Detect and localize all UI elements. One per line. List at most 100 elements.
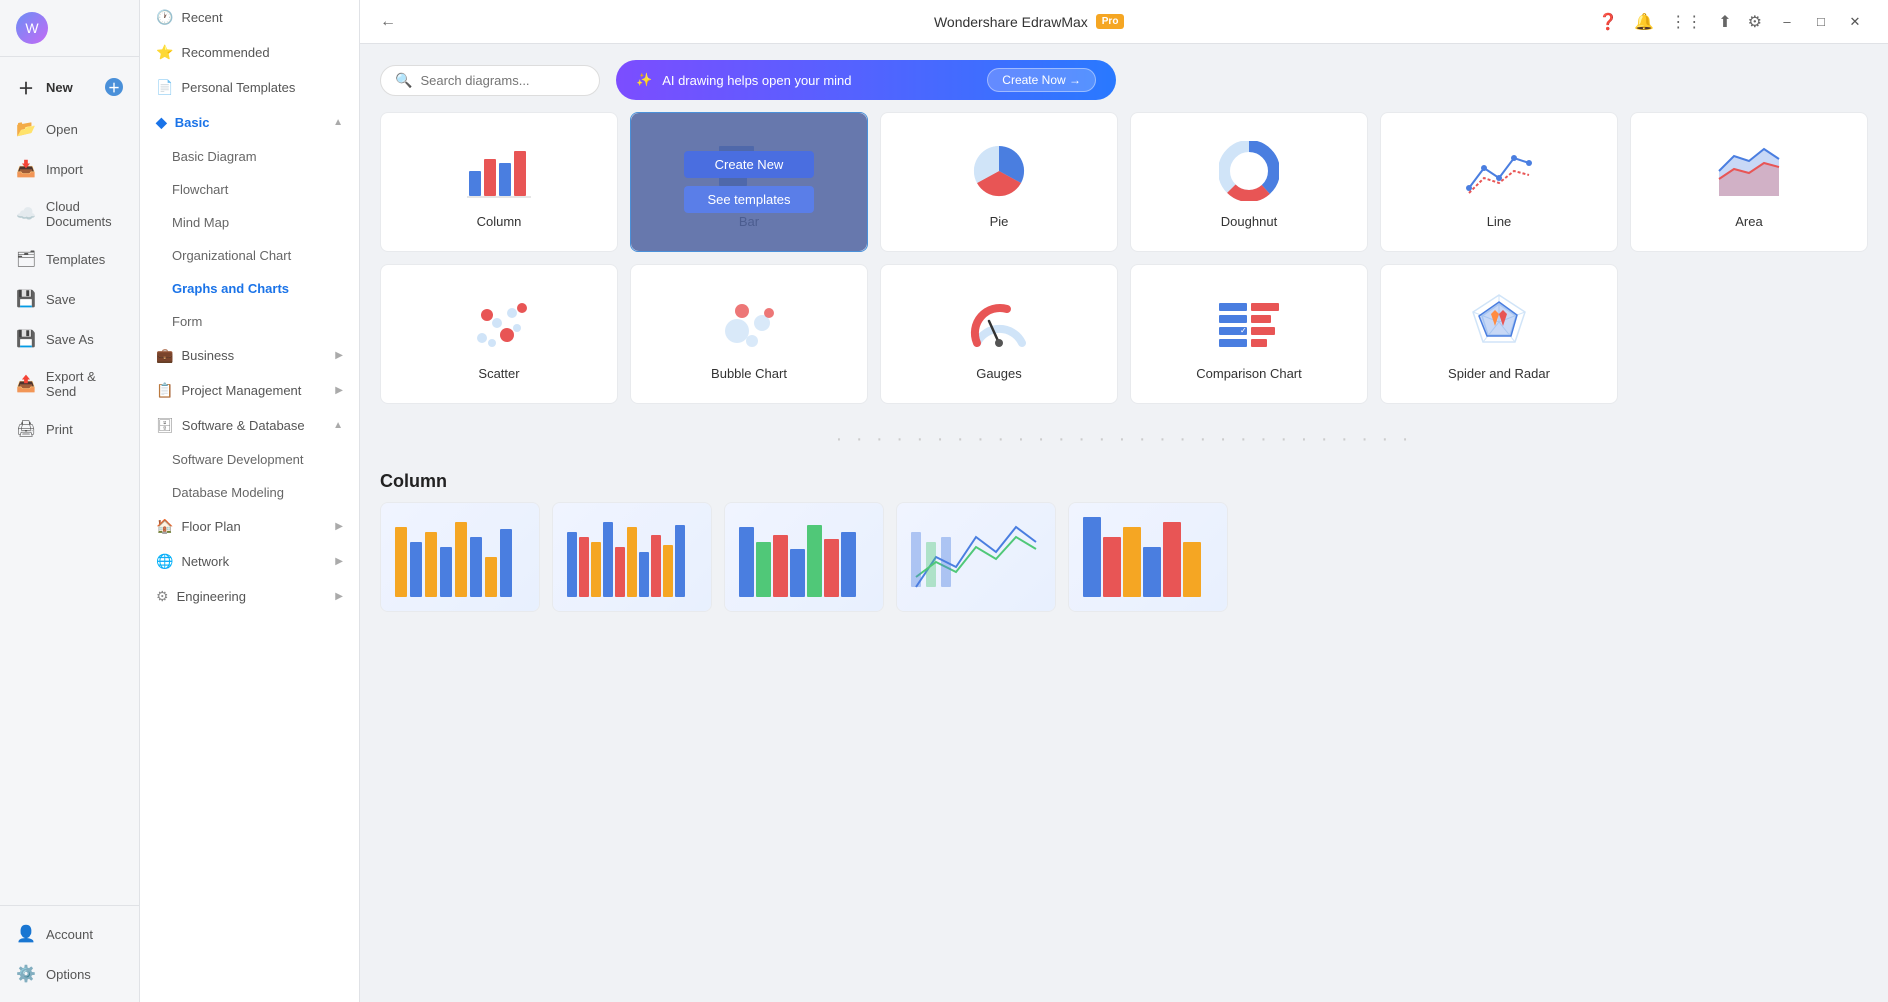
column-label: Column	[477, 214, 522, 229]
new-icon: ＋	[16, 75, 36, 99]
sw-chevron: ▲	[333, 420, 343, 431]
nav-db-label: Database Modeling	[172, 485, 284, 500]
floor-chevron: ▶	[335, 521, 343, 532]
chart-card-doughnut[interactable]: Doughnut	[1130, 112, 1368, 252]
settings-icon[interactable]: ⚙	[1748, 12, 1762, 32]
maximize-button[interactable]: □	[1808, 9, 1834, 35]
close-button[interactable]: ✕	[1842, 9, 1868, 35]
nav-section-pm[interactable]: 📋 Project Management ▶	[140, 373, 359, 408]
nav-section-engineering[interactable]: ⚙ Engineering ▶	[140, 579, 359, 614]
nav-recent-label: Recent	[181, 10, 222, 25]
sidebar-item-new[interactable]: ＋ New ＋	[0, 65, 139, 109]
sidebar-item-options[interactable]: ⚙️ Options	[0, 954, 139, 994]
nav-basic-diagram[interactable]: Basic Diagram	[140, 140, 359, 173]
title-bar-right: ❓ 🔔 ⋮⋮ ⬆ ⚙ – □ ✕	[1598, 9, 1868, 35]
chart-card-gauges[interactable]: Gauges	[880, 264, 1118, 404]
nav-org-chart-label: Organizational Chart	[172, 248, 291, 263]
nav-recommended[interactable]: ⭐ Recommended	[140, 35, 359, 70]
spider-label: Spider and Radar	[1448, 366, 1550, 381]
column-chart-icon	[459, 136, 539, 206]
ai-create-button[interactable]: Create Now →	[987, 68, 1096, 92]
chart-card-pie[interactable]: Pie	[880, 112, 1118, 252]
nav-section-business[interactable]: 💼 Business ▶	[140, 338, 359, 373]
divider: · · · · · · · · · · · · · · · · · · · · …	[360, 424, 1888, 455]
nav-org-chart[interactable]: Organizational Chart	[140, 239, 359, 272]
chart-card-spider[interactable]: Spider and Radar	[1380, 264, 1618, 404]
chart-card-bubble[interactable]: Bubble Chart	[630, 264, 868, 404]
nav-personal-templates[interactable]: 📄 Personal Templates	[140, 70, 359, 105]
search-icon: 🔍	[395, 72, 412, 89]
template-thumb-1	[381, 503, 539, 611]
sidebar-item-print[interactable]: 🖨 Print	[0, 409, 139, 449]
nav-panel: 🕐 Recent ⭐ Recommended 📄 Personal Templa…	[140, 0, 360, 1002]
nav-form[interactable]: Form	[140, 305, 359, 338]
chart-card-line[interactable]: Line	[1380, 112, 1618, 252]
scatter-label: Scatter	[478, 366, 519, 381]
chart-card-column[interactable]: Column	[380, 112, 618, 252]
nav-db-modeling[interactable]: Database Modeling	[140, 476, 359, 509]
templates-row	[360, 502, 1888, 632]
help-icon[interactable]: ❓	[1598, 12, 1618, 32]
sidebar-item-save[interactable]: 💾 Save	[0, 279, 139, 319]
chart-card-bar[interactable]: Bar Create New See templates	[630, 112, 868, 252]
nav-personal-label: Personal Templates	[181, 80, 295, 95]
sidebar-open-label: Open	[46, 122, 78, 137]
new-plus-icon: ＋	[105, 78, 123, 96]
back-button[interactable]: ←	[380, 13, 396, 31]
bubble-label: Bubble Chart	[711, 366, 787, 381]
create-new-button[interactable]: Create New	[684, 151, 814, 178]
sidebar-item-templates[interactable]: 🗂 Templates	[0, 239, 139, 279]
nav-mind-map[interactable]: Mind Map	[140, 206, 359, 239]
nav-section-floor[interactable]: 🏠 Floor Plan ▶	[140, 509, 359, 544]
sidebar-item-cloud[interactable]: ☁️ Cloud Documents	[0, 189, 139, 239]
template-card-5[interactable]	[1068, 502, 1228, 612]
export-icon: 📤	[16, 374, 36, 394]
nav-sw-dev[interactable]: Software Development	[140, 443, 359, 476]
template-thumb-3	[725, 503, 883, 611]
pro-badge: Pro	[1096, 14, 1125, 29]
sidebar-export-label: Export & Send	[46, 369, 123, 399]
content-area: 🔍 ✨ AI drawing helps open your mind Crea…	[360, 44, 1888, 1002]
chart-card-area[interactable]: Area	[1630, 112, 1868, 252]
sidebar-item-export[interactable]: 📤 Export & Send	[0, 359, 139, 409]
minimize-button[interactable]: –	[1774, 9, 1800, 35]
nav-basic-diagram-label: Basic Diagram	[172, 149, 257, 164]
nav-sw-label: Software & Database	[182, 418, 305, 433]
see-templates-button[interactable]: See templates	[684, 186, 814, 213]
template-card-3[interactable]	[724, 502, 884, 612]
basic-chevron: ▲	[333, 117, 343, 128]
notification-icon[interactable]: 🔔	[1634, 12, 1654, 32]
chart-card-comparison[interactable]: ✓ Comparison Chart	[1130, 264, 1368, 404]
nav-section-sw[interactable]: 🗄 Software & Database ▲	[140, 408, 359, 443]
nav-flowchart[interactable]: Flowchart	[140, 173, 359, 206]
title-center: Wondershare EdrawMax Pro	[934, 14, 1124, 30]
area-chart-icon	[1709, 136, 1789, 206]
sidebar-item-account[interactable]: 👤 Account	[0, 914, 139, 954]
sidebar-item-save-as[interactable]: 💾 Save As	[0, 319, 139, 359]
apps-icon[interactable]: ⋮⋮	[1670, 12, 1702, 32]
nav-graphs-label: Graphs and Charts	[172, 281, 289, 296]
search-box[interactable]: 🔍	[380, 65, 600, 96]
share-icon[interactable]: ⬆	[1718, 12, 1731, 32]
engineering-icon: ⚙	[156, 588, 169, 605]
nav-recent[interactable]: 🕐 Recent	[140, 0, 359, 35]
sidebar-save-as-label: Save As	[46, 332, 94, 347]
template-card-4[interactable]	[896, 502, 1056, 612]
sidebar-item-open[interactable]: 📂 Open	[0, 109, 139, 149]
search-row: 🔍 ✨ AI drawing helps open your mind Crea…	[360, 44, 1888, 112]
template-card-2[interactable]	[552, 502, 712, 612]
nav-graphs-charts[interactable]: Graphs and Charts	[140, 272, 359, 305]
ai-banner[interactable]: ✨ AI drawing helps open your mind Create…	[616, 60, 1116, 100]
chart-card-scatter[interactable]: Scatter	[380, 264, 618, 404]
search-input[interactable]	[420, 73, 596, 88]
nav-engineering-label: Engineering	[177, 589, 246, 604]
nav-pm-label: Project Management	[181, 383, 301, 398]
main-content: ← Wondershare EdrawMax Pro ❓ 🔔 ⋮⋮ ⬆ ⚙ – …	[360, 0, 1888, 1002]
nav-sw-dev-label: Software Development	[172, 452, 304, 467]
template-card-1[interactable]	[380, 502, 540, 612]
sidebar-item-import[interactable]: 📥 Import	[0, 149, 139, 189]
nav-business-label: Business	[181, 348, 234, 363]
nav-section-network[interactable]: 🌐 Network ▶	[140, 544, 359, 579]
nav-section-basic[interactable]: ◆ Basic ▲	[140, 105, 359, 140]
scatter-chart-icon	[459, 288, 539, 358]
